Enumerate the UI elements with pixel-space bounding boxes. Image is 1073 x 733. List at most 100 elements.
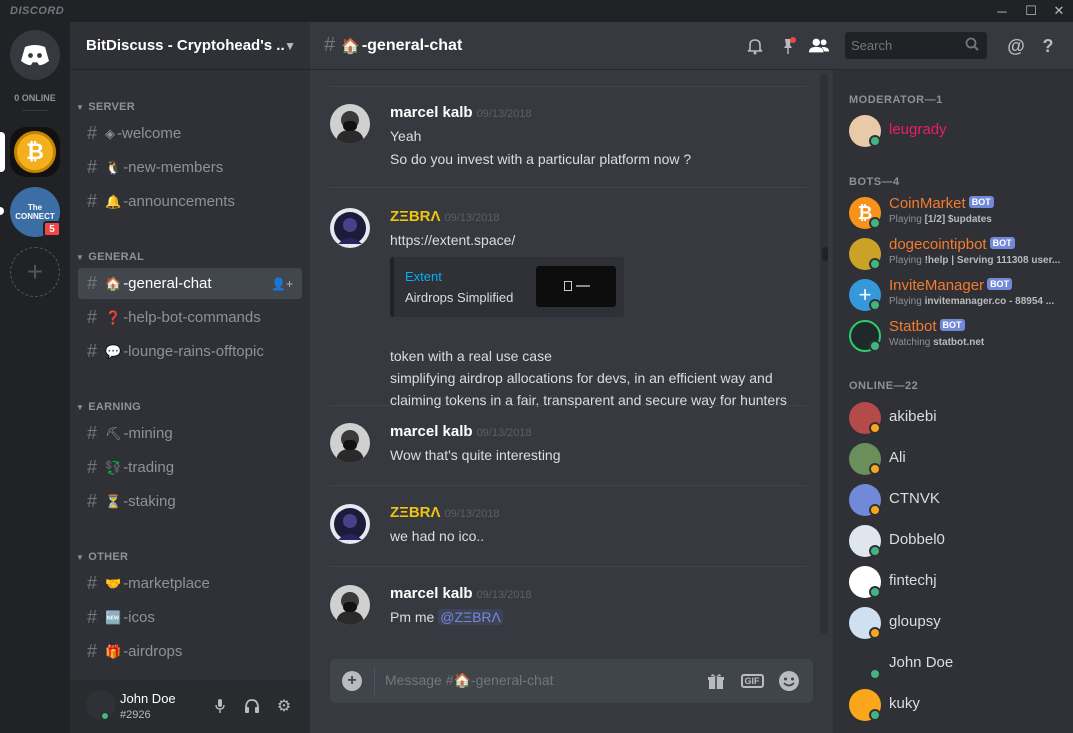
close-icon[interactable]: ✕ xyxy=(1045,0,1073,22)
message-link[interactable]: https://extent.space/ xyxy=(390,229,515,251)
caret-icon: ▼ xyxy=(76,402,85,412)
microphone-icon[interactable] xyxy=(210,696,230,716)
avatar[interactable] xyxy=(330,208,370,248)
caret-icon: ▼ xyxy=(76,102,85,112)
online-status-icon xyxy=(869,135,881,147)
member-item[interactable]: ₿ CoinMarket BOT Playing [1/2] $updates xyxy=(849,193,1069,233)
scrollbar-track[interactable] xyxy=(820,74,828,634)
message-author[interactable]: marcel kalb 09/13/2018 xyxy=(390,423,532,440)
gift-icon[interactable] xyxy=(705,670,727,692)
online-status-icon xyxy=(869,668,881,680)
user-mention[interactable]: @ZΞBRΛ xyxy=(438,609,503,625)
thumbnail-logo-icon xyxy=(564,281,572,291)
channel-help-bot-commands[interactable]: # ❓ -help-bot-commands xyxy=(78,302,302,333)
member-item[interactable]: John Doe xyxy=(849,644,1069,684)
pin-icon[interactable] xyxy=(777,35,799,57)
member-list-icon[interactable] xyxy=(808,35,830,57)
upload-plus-icon[interactable]: + xyxy=(342,671,362,691)
category-general[interactable]: ▼ GENERAL xyxy=(76,251,144,263)
embed-description: Airdrops Simplified xyxy=(405,290,514,305)
mentions-icon[interactable]: @ xyxy=(1005,35,1027,57)
member-item[interactable]: gloupsy xyxy=(849,603,1069,643)
avatar[interactable] xyxy=(330,504,370,544)
category-server[interactable]: ▼ SERVER xyxy=(76,101,135,113)
member-item[interactable]: fintechj xyxy=(849,562,1069,602)
member-activity: Playing [1/2] $updates xyxy=(889,214,1069,225)
hash-icon: # xyxy=(324,34,336,56)
hash-icon: # xyxy=(87,641,98,661)
channel-label: -announcements xyxy=(123,193,235,210)
author-name: marcel kalb xyxy=(390,104,473,121)
channel-label: -help-bot-commands xyxy=(123,309,261,326)
member-item[interactable]: leugrady xyxy=(849,111,1069,151)
maximize-icon[interactable]: ☐ xyxy=(1017,0,1045,22)
channel-lounge-rains-offtopic[interactable]: # 💬 -lounge-rains-offtopic xyxy=(78,336,302,367)
member-item[interactable]: CTNVK xyxy=(849,480,1069,520)
channel-staking[interactable]: # ⏳ -staking xyxy=(78,486,302,517)
channel-icos[interactable]: # 🆕 -icos xyxy=(78,602,302,633)
scrollbar-thumb[interactable] xyxy=(822,247,828,261)
unread-indicator xyxy=(0,207,4,215)
member-item[interactable]: dogecointipbot BOT Playing !help | Servin… xyxy=(849,234,1069,274)
embed-provider[interactable]: Extent xyxy=(405,269,442,284)
member-item[interactable]: kuky xyxy=(849,685,1069,725)
home-button[interactable] xyxy=(10,30,60,80)
channel-label: -marketplace xyxy=(123,575,210,592)
online-status-icon xyxy=(869,340,881,352)
add-server-button[interactable]: + xyxy=(10,247,60,297)
member-item[interactable]: akibebi xyxy=(849,398,1069,438)
divider xyxy=(330,485,806,486)
embed-thumbnail[interactable] xyxy=(536,266,616,307)
avatar[interactable] xyxy=(330,423,370,463)
member-activity: Playing !help | Serving 111308 user... xyxy=(889,255,1069,266)
message-author[interactable]: ZΞBRΛ 09/13/2018 xyxy=(390,208,500,225)
minimize-icon[interactable]: ─ xyxy=(988,0,1016,22)
bot-name: InviteManager xyxy=(889,277,985,294)
gif-button[interactable]: GIF xyxy=(740,670,764,692)
headphones-icon[interactable] xyxy=(242,696,262,716)
member-name: akibebi xyxy=(889,408,937,425)
create-invite-icon[interactable]: 👤+ xyxy=(271,277,293,291)
message-author[interactable]: marcel kalb 09/13/2018 xyxy=(390,585,532,602)
channel-new-members[interactable]: # 🐧 -new-members xyxy=(78,152,302,183)
hash-icon: # xyxy=(87,607,98,627)
member-item[interactable]: Statbot BOT Watching statbot.net xyxy=(849,316,1069,356)
channel-label: -trading xyxy=(123,459,175,476)
member-item[interactable]: Ali xyxy=(849,439,1069,479)
message-text: we had no ico.. xyxy=(390,528,485,544)
message-author[interactable]: marcel kalb 09/13/2018 xyxy=(390,104,532,121)
server-bitdiscuss[interactable]: ₿ xyxy=(10,127,60,177)
online-count: 0 ONLINE xyxy=(14,93,56,103)
activity-prefix: Watching xyxy=(889,337,931,348)
channel-mining[interactable]: # ⛏ -mining xyxy=(78,418,302,449)
avatar[interactable] xyxy=(330,585,370,625)
channel-welcome[interactable]: # ◈ -welcome xyxy=(78,118,302,149)
member-item[interactable]: + InviteManager BOT Playing invitemanager… xyxy=(849,275,1069,315)
channel-general-chat[interactable]: # 🏠 -general-chat 👤+ xyxy=(78,268,302,299)
hash-icon: # xyxy=(87,491,98,511)
activity-detail: statbot.net xyxy=(933,337,985,348)
message-author[interactable]: ZΞBRΛ 09/13/2018 xyxy=(390,504,500,521)
member-item[interactable]: Dobbel0 xyxy=(849,521,1069,561)
message-timestamp: 09/13/2018 xyxy=(444,508,500,520)
search-input[interactable]: Search xyxy=(845,32,987,59)
online-status-icon xyxy=(869,586,881,598)
channel-trading[interactable]: # 💱 -trading xyxy=(78,452,302,483)
channel-airdrops[interactable]: # 🎁 -airdrops xyxy=(78,636,302,667)
caret-icon: ▼ xyxy=(76,252,85,262)
channel-marketplace[interactable]: # 🤝 -marketplace xyxy=(78,568,302,599)
divider xyxy=(330,566,806,567)
avatar[interactable] xyxy=(330,104,370,144)
message-input[interactable]: Message #🏠-general-chat xyxy=(385,672,553,689)
bell-icon[interactable] xyxy=(744,35,766,57)
category-other[interactable]: ▼ OTHER xyxy=(76,551,128,563)
emoji-icon[interactable] xyxy=(778,670,800,692)
guild-header[interactable]: BitDiscuss - Cryptohead's ... ▼ xyxy=(70,22,310,70)
channel-announcements[interactable]: # 🔔 -announcements xyxy=(78,186,302,217)
category-earning[interactable]: ▼ EARNING xyxy=(76,401,141,413)
help-icon[interactable]: ? xyxy=(1037,35,1059,57)
activity-prefix: Playing xyxy=(889,214,922,225)
bot-tag: BOT xyxy=(968,196,994,208)
gear-icon[interactable]: ⚙ xyxy=(274,696,294,716)
active-server-indicator xyxy=(0,132,5,172)
